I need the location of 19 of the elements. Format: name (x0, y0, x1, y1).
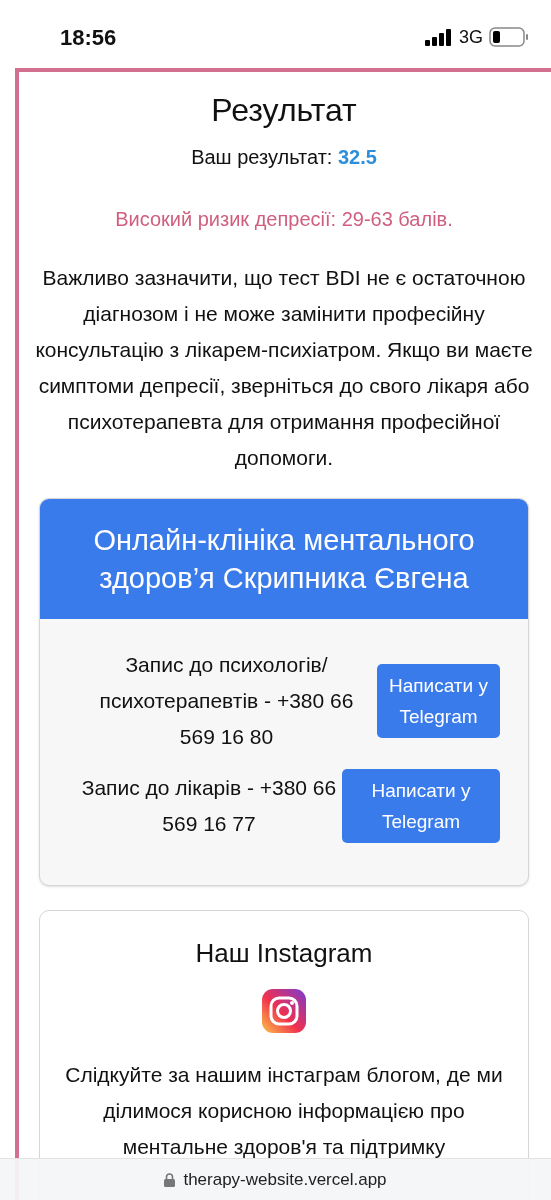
telegram-button[interactable]: Написати у Telegram (377, 664, 500, 738)
url-text: therapy-website.vercel.app (183, 1168, 387, 1191)
battery-icon (489, 27, 529, 47)
signal-icon (425, 28, 453, 46)
result-title: Результат (211, 91, 357, 130)
score-label: Ваш результат: 32.5 (191, 145, 377, 170)
disclaimer-text: Важливо зазначити, що тест BDI не є остаточною діагнозом і не може замінити професійну консультацію з лікарем-психіатром. Якщо ви маєте симптоми депресії, зверніться до свого лікаря або психотерапевта для отримання професійної допомоги. (34, 265, 534, 471)
contact-text: Запис до лікарів - +380 66 569 16 77 (80, 775, 338, 837)
status-time: 18:56 (60, 23, 117, 52)
clinic-title: Онлайн-клініка ментального здоров’я Скрипника Євгена (92, 523, 476, 596)
instagram-title: Наш Instagram (195, 937, 373, 970)
url-bar[interactable]: therapy-website.vercel.app (0, 1158, 551, 1200)
instagram-text: Слідкуйте за нашим інстаграм блогом, де ми ділимося корисною інформацією про ментальне здоров'я та підтримку (64, 1062, 504, 1160)
telegram-button[interactable]: Написати у Telegram (342, 769, 500, 843)
network-label: 3G (459, 25, 483, 49)
instagram-icon (262, 989, 306, 1033)
risk-text: Високий ризик депресії: 29-63 балів. (115, 207, 453, 232)
contact-text: Запис до психологів/ психотерапевтів - +380 66 569 16 80 (98, 652, 355, 750)
lock-icon (164, 1172, 176, 1187)
